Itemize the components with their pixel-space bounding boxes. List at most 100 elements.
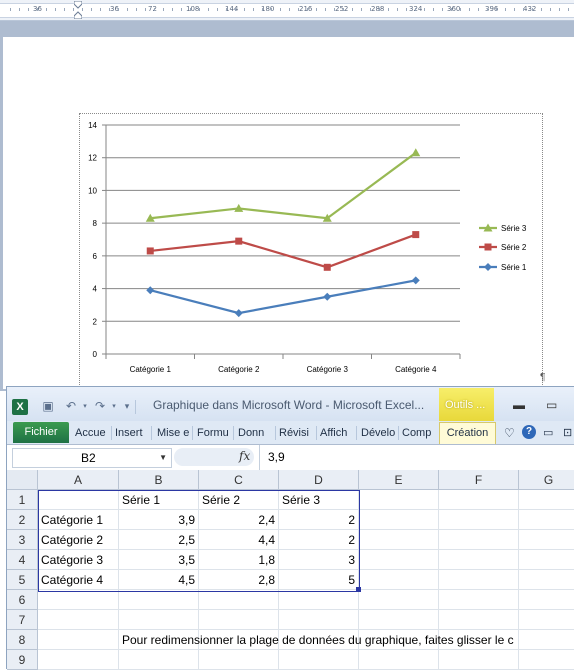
table-cell[interactable]: 4,5 (119, 570, 199, 590)
excel-window[interactable]: X ▣ ↶ ▾ ↷ ▾ ▾ Graphique dans Microsoft W… (6, 386, 574, 670)
column-header-b[interactable]: B (119, 470, 199, 490)
table-cell[interactable]: 2 (279, 530, 359, 550)
table-cell[interactable] (519, 610, 574, 630)
tab-affichage[interactable]: Affich (320, 423, 354, 443)
excel-title-bar[interactable]: X ▣ ↶ ▾ ↷ ▾ ▾ Graphique dans Microsoft W… (7, 387, 574, 421)
table-cell[interactable] (359, 650, 439, 670)
row-header-3[interactable]: 3 (7, 530, 38, 550)
tab-revision[interactable]: Révisi (279, 423, 313, 443)
row-header-9[interactable]: 9 (7, 650, 38, 670)
table-cell[interactable] (519, 530, 574, 550)
table-cell[interactable] (439, 490, 519, 510)
column-header-g[interactable]: G (519, 470, 574, 490)
ribbon-lock-icon[interactable]: ⊡ (563, 423, 574, 443)
column-header-d[interactable]: D (279, 470, 359, 490)
table-cell[interactable] (519, 550, 574, 570)
indent-marker[interactable] (74, 1, 82, 19)
tab-complements[interactable]: Comp (402, 423, 436, 443)
customize-qat-icon[interactable]: ▾ (120, 400, 134, 413)
table-cell[interactable] (279, 650, 359, 670)
table-cell[interactable] (439, 550, 519, 570)
table-cell[interactable] (279, 590, 359, 610)
table-cell[interactable] (359, 490, 439, 510)
tab-insertion[interactable]: Insert (115, 423, 149, 443)
table-cell[interactable] (38, 490, 119, 510)
column-header-c[interactable]: C (199, 470, 279, 490)
table-cell[interactable]: 2 (279, 510, 359, 530)
table-cell[interactable] (439, 650, 519, 670)
save-icon[interactable]: ▣ (41, 400, 55, 413)
table-cell[interactable]: 4,4 (199, 530, 279, 550)
help-icon[interactable]: ? (522, 425, 536, 439)
table-cell[interactable] (359, 570, 439, 590)
row-header-7[interactable]: 7 (7, 610, 38, 630)
restore-icon[interactable]: ▭ (546, 398, 557, 412)
table-cell[interactable]: 5 (279, 570, 359, 590)
table-cell[interactable] (439, 590, 519, 610)
table-cell[interactable]: Série 3 (279, 490, 359, 510)
table-cell[interactable] (199, 590, 279, 610)
tab-developpeur[interactable]: Dévelo (361, 423, 397, 443)
table-cell[interactable]: Catégorie 4 (38, 570, 119, 590)
table-cell[interactable]: 3 (279, 550, 359, 570)
undo-dropdown-icon[interactable]: ▾ (78, 400, 92, 413)
table-cell[interactable] (119, 610, 199, 630)
chevron-down-icon[interactable]: ▼ (159, 449, 167, 467)
table-cell[interactable]: Catégorie 3 (38, 550, 119, 570)
name-box[interactable]: B2 ▼ (12, 448, 172, 468)
row-header-2[interactable]: 2 (7, 510, 38, 530)
heart-icon[interactable]: ♡ (504, 423, 516, 443)
table-cell[interactable]: Catégorie 1 (38, 510, 119, 530)
table-cell[interactable]: Série 1 (119, 490, 199, 510)
horizontal-ruler[interactable]: 363672108144180216252288324360396432 (0, 0, 574, 21)
redo-dropdown-icon[interactable]: ▾ (107, 400, 121, 413)
table-cell[interactable] (359, 550, 439, 570)
range-resize-handle[interactable] (356, 587, 361, 592)
insert-function-icon[interactable]: fx (239, 449, 250, 463)
minimize-icon[interactable]: ▬ (513, 398, 525, 412)
tab-accueil[interactable]: Accue (75, 423, 109, 443)
table-cell[interactable]: 3,9 (119, 510, 199, 530)
table-cell[interactable] (199, 610, 279, 630)
table-cell[interactable] (199, 650, 279, 670)
table-cell[interactable] (439, 570, 519, 590)
table-cell[interactable] (519, 570, 574, 590)
table-cell[interactable] (439, 530, 519, 550)
table-cell[interactable] (279, 610, 359, 630)
table-cell[interactable] (359, 610, 439, 630)
line-chart[interactable]: 0 2 4 6 8 10 12 14 Catégorie 1 Catégorie 2 Catégor… (82, 114, 540, 384)
table-cell[interactable] (519, 510, 574, 530)
row-header-6[interactable]: 6 (7, 590, 38, 610)
column-header-a[interactable]: A (38, 470, 119, 490)
table-cell[interactable] (439, 510, 519, 530)
tab-donnees[interactable]: Donn (238, 423, 272, 443)
row-header-1[interactable]: 1 (7, 490, 38, 510)
row-header-5[interactable]: 5 (7, 570, 38, 590)
table-cell[interactable] (38, 610, 119, 630)
table-cell[interactable] (359, 590, 439, 610)
table-cell[interactable]: 2,8 (199, 570, 279, 590)
redo-icon[interactable]: ↷ (93, 400, 107, 413)
row-header-8[interactable]: 8 (7, 630, 38, 650)
formula-input[interactable]: 3,9 (259, 445, 574, 470)
table-cell[interactable] (38, 590, 119, 610)
table-cell[interactable] (519, 490, 574, 510)
row-header-4[interactable]: 4 (7, 550, 38, 570)
table-cell[interactable]: 3,5 (119, 550, 199, 570)
column-header-e[interactable]: E (359, 470, 439, 490)
undo-icon[interactable]: ↶ (64, 400, 78, 413)
table-cell[interactable] (439, 610, 519, 630)
column-header-f[interactable]: F (439, 470, 519, 490)
worksheet-grid[interactable]: A B C D E F G 1 Série 1 Série 2 Série 3 2 Catégorie … (7, 470, 574, 670)
table-cell[interactable]: 2,4 (199, 510, 279, 530)
tab-formules[interactable]: Formu (197, 423, 231, 443)
table-cell[interactable]: Catégorie 2 (38, 530, 119, 550)
table-cell[interactable] (119, 650, 199, 670)
table-cell[interactable] (38, 650, 119, 670)
tab-fichier[interactable]: Fichier (13, 422, 69, 443)
select-all-corner[interactable] (7, 470, 38, 490)
table-cell[interactable] (119, 590, 199, 610)
ribbon-minimize-icon[interactable]: ▭ (543, 423, 555, 443)
table-cell[interactable]: 1,8 (199, 550, 279, 570)
table-cell[interactable] (519, 590, 574, 610)
